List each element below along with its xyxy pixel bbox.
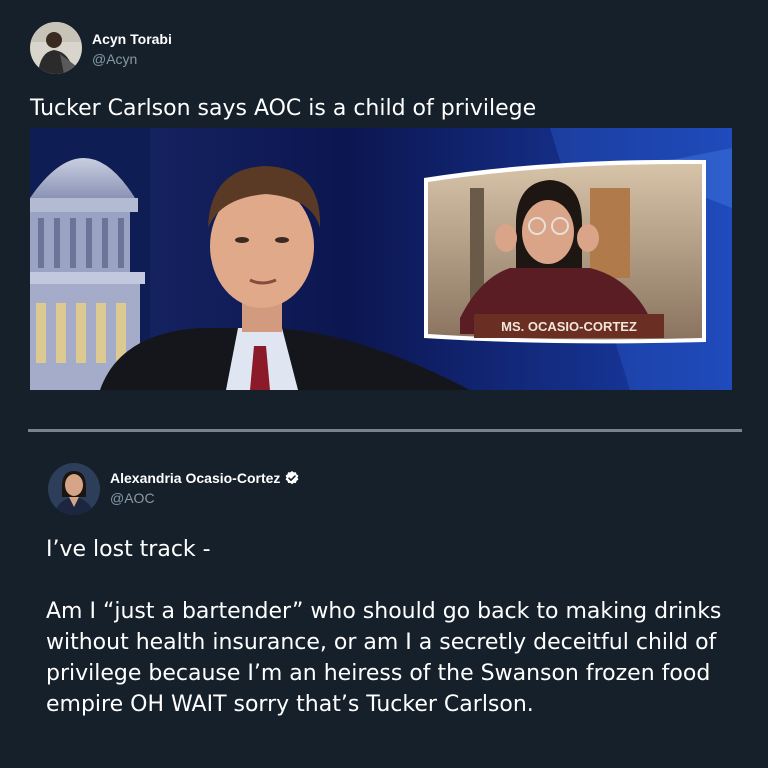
tweet2-text: I’ve lost track - Am I “just a bartender… <box>46 537 722 717</box>
verified-badge-icon <box>285 471 299 485</box>
acyn-avatar[interactable] <box>30 22 82 74</box>
aoc-handle[interactable]: @AOC <box>110 490 155 506</box>
aoc-avatar[interactable] <box>48 463 100 515</box>
tweet1-video-media[interactable]: MS. OCASIO-CORTEZ <box>30 128 732 390</box>
acyn-handle[interactable]: @Acyn <box>92 51 137 67</box>
aoc-name[interactable]: Alexandria Ocasio-Cortez <box>110 470 300 486</box>
acyn-name[interactable]: Acyn Torabi <box>92 31 172 47</box>
tweet-divider <box>28 429 742 432</box>
aoc-name-label: Alexandria Ocasio-Cortez <box>110 470 281 486</box>
tweet1-text: Tucker Carlson says AOC is a child of pr… <box>30 96 537 121</box>
inset-video-frame: MS. OCASIO-CORTEZ <box>424 159 706 344</box>
inset-nameplate: MS. OCASIO-CORTEZ <box>501 319 637 334</box>
